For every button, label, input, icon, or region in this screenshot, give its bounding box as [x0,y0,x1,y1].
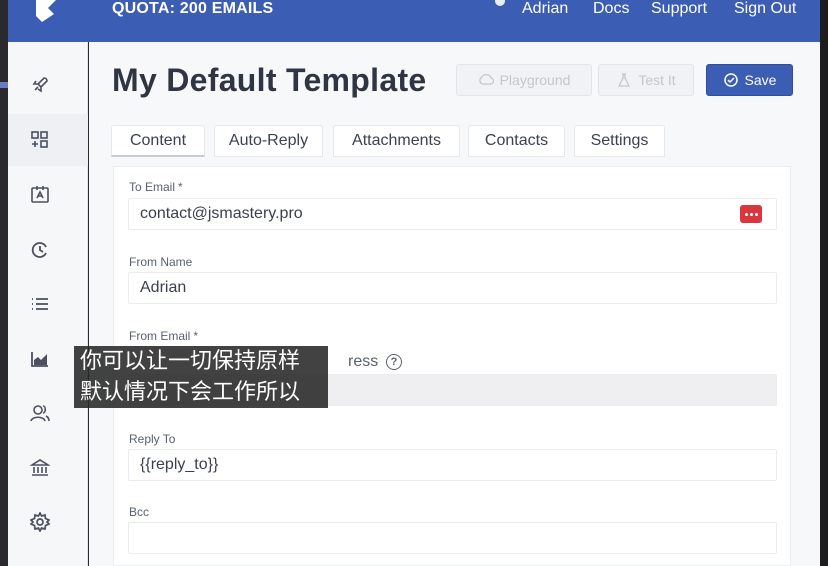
video-subtitle-overlay: 你可以让一切保持原样 默认情况下会工作所以 [74,346,328,408]
tab-auto-reply[interactable]: Auto-Reply [214,125,323,157]
analytics-icon[interactable] [29,348,51,370]
users-icon[interactable] [29,402,51,424]
to-email-label: To Email * [129,180,183,194]
nav-docs[interactable]: Docs [593,0,629,18]
from-name-label: From Name [129,255,193,269]
history-icon[interactable] [29,239,51,261]
from-name-field[interactable]: Adrian [128,272,777,304]
user-status-icon [495,0,505,6]
bcc-field[interactable] [128,522,777,554]
flask-icon [618,73,631,87]
password-manager-icon[interactable] [740,205,762,223]
reply-to-value: {{reply_to}} [140,456,219,473]
bcc-label: Bcc [129,505,150,519]
sidebar [8,42,88,566]
bank-icon[interactable] [29,457,51,479]
save-button[interactable]: Save [706,64,793,96]
to-email-value: contact@jsmastery.pro [140,205,303,222]
nav-sign-out[interactable]: Sign Out [734,0,796,18]
playground-button[interactable]: Playground [456,64,592,96]
rocket-icon[interactable] [29,74,51,96]
test-it-button[interactable]: Test It [598,64,694,96]
test-it-label: Test It [638,72,676,88]
contacts-card-icon[interactable] [29,184,51,206]
window-right-edge [820,0,828,566]
from-name-value: Adrian [140,279,187,296]
window-edge-marker [0,82,8,88]
reply-to-label: Reply To [129,432,176,446]
tab-attachments[interactable]: Attachments [333,125,460,157]
check-circle-icon [723,73,738,87]
playground-icon [478,73,494,85]
tab-content[interactable]: Content [111,125,205,157]
subtitle-line-2: 默认情况下会工作所以 [80,380,301,405]
main-content: My Default Template Playground Test It S… [89,42,820,566]
nav-user-adrian[interactable]: Adrian [522,0,568,18]
list-icon[interactable] [29,293,51,315]
to-email-field[interactable]: contact@jsmastery.pro [128,198,777,230]
top-bar: QUOTA: 200 EMAILS Adrian Docs Support Si… [8,0,820,42]
tab-contacts[interactable]: Contacts [468,125,565,157]
default-address-checkbox-label[interactable]: ress [348,353,378,371]
nav-support[interactable]: Support [651,0,707,18]
tab-settings[interactable]: Settings [574,125,665,157]
page-title: My Default Template [112,62,427,98]
quota-label: QUOTA: 200 EMAILS [112,0,274,17]
save-label: Save [744,72,777,88]
templates-icon[interactable] [29,129,51,151]
subtitle-line-1: 你可以让一切保持原样 [80,349,301,374]
settings-gear-icon[interactable] [29,511,51,533]
playground-label: Playground [499,72,571,88]
reply-to-field[interactable]: {{reply_to}} [128,449,777,481]
from-email-label: From Email * [129,329,199,343]
app-logo-icon[interactable] [28,0,64,24]
help-icon[interactable]: ? [386,354,402,370]
